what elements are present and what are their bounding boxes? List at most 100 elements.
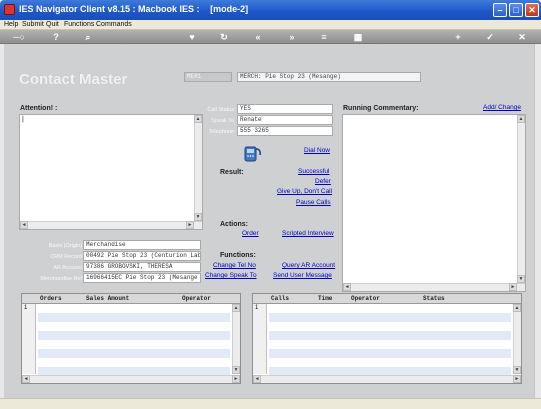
scroll-up-icon[interactable]: ▲	[517, 115, 525, 123]
orders-row-marker: 1	[22, 304, 36, 374]
status-col-header[interactable]: Status	[423, 295, 445, 302]
scroll-right-icon[interactable]: ►	[513, 375, 521, 383]
tree-icon[interactable]: ≡	[318, 31, 330, 43]
scroll-up-icon[interactable]: ▲	[232, 304, 240, 312]
table-row[interactable]	[38, 313, 230, 322]
menu-functions[interactable]: Functions	[64, 20, 94, 30]
telephone-icon[interactable]	[242, 143, 262, 163]
attention-caret: |	[22, 116, 24, 123]
scroll-down-icon[interactable]: ▼	[232, 366, 240, 374]
page-title: Contact Master	[19, 71, 128, 88]
attention-hscroll[interactable]: ◄ ►	[20, 221, 202, 229]
scroll-up-icon[interactable]: ▲	[513, 304, 521, 312]
result-defer-link[interactable]: Defer	[315, 178, 331, 185]
query-ar-account-link[interactable]: Query AR Account	[282, 262, 335, 269]
menu-submit[interactable]: Submit	[22, 20, 44, 30]
add-change-link[interactable]: Add/ Change	[483, 104, 521, 111]
telephone-field[interactable]: 555 3265	[237, 126, 333, 136]
minimize-button[interactable]: –	[493, 3, 507, 17]
scroll-right-icon[interactable]: ►	[232, 375, 240, 383]
change-speak-to-link[interactable]: Change Speak To	[205, 272, 257, 279]
time-col-header[interactable]: Time	[318, 295, 332, 302]
send-user-message-link[interactable]: Send User Message	[273, 272, 332, 279]
running-commentary-textarea[interactable]: ▲ ▼ ◄ ►	[342, 114, 526, 292]
title-bar: IES Navigator Client v8.15 : Macbook IES…	[0, 0, 541, 20]
order-link[interactable]: Order	[242, 230, 259, 237]
window-title-text: IES Navigator Client v8.15 : Macbook IES…	[19, 4, 200, 14]
speak-to-label: Speak To	[211, 118, 234, 124]
menu-bar: Help Submit Quit Functions Commands	[0, 20, 541, 30]
orders-grid-header: Orders Sales Amount Operator	[22, 294, 240, 304]
search-icon[interactable]: ⌕	[82, 31, 94, 43]
result-successful-link[interactable]: Successful	[298, 168, 329, 175]
main-form: Contact Master MER1 MERCH: Pie Stop 23 (…	[4, 44, 534, 398]
window-vscroll[interactable]	[534, 44, 541, 398]
dial-now-link[interactable]: Dial Now	[304, 147, 330, 154]
orders-vscroll[interactable]: ▲ ▼	[232, 304, 240, 374]
scroll-down-icon[interactable]: ▼	[194, 213, 202, 221]
scroll-right-icon[interactable]: ►	[186, 221, 194, 229]
refresh-icon[interactable]: ↻	[218, 31, 230, 43]
operator-col-header[interactable]: Operator	[182, 295, 211, 302]
scroll-down-icon[interactable]: ▼	[513, 366, 521, 374]
calls-row-marker: 1	[253, 304, 267, 374]
telephone-label: Telephone	[208, 129, 234, 135]
calls-grid[interactable]: Calls Time Operator Status 1 ▲ ▼ ◄ ►	[252, 293, 522, 384]
calls-hscroll[interactable]: ◄ ►	[253, 375, 521, 383]
rewind-icon[interactable]: «	[252, 31, 264, 43]
attention-textarea[interactable]: | ▲ ▼ ◄ ►	[19, 114, 203, 230]
scroll-right-icon[interactable]: ►	[509, 283, 517, 291]
scroll-down-icon[interactable]: ▼	[517, 275, 525, 283]
menu-quit[interactable]: Quit	[46, 20, 59, 30]
table-row[interactable]	[269, 349, 511, 358]
scripted-interview-link[interactable]: Scripted Interview	[282, 230, 334, 237]
calls-vscroll[interactable]: ▲ ▼	[513, 304, 521, 374]
speak-to-field[interactable]: Renate	[237, 115, 333, 125]
table-row[interactable]	[269, 313, 511, 322]
menu-commands[interactable]: Commands	[96, 20, 132, 30]
ar-account-field[interactable]: 97386 GROBOVSKI, THERESA	[83, 262, 201, 272]
call-status-field[interactable]: YES	[237, 104, 333, 114]
result-give-up-link[interactable]: Give Up, Don't Call	[277, 188, 332, 195]
menu-help[interactable]: Help	[4, 20, 18, 30]
forward-icon[interactable]: »	[286, 31, 298, 43]
commentary-hscroll[interactable]: ◄ ►	[343, 283, 525, 291]
scroll-left-icon[interactable]: ◄	[22, 375, 30, 383]
add-icon[interactable]: +	[452, 31, 464, 43]
grid-icon[interactable]: ▦	[352, 31, 364, 43]
scroll-left-icon[interactable]: ◄	[20, 221, 28, 229]
orders-col-header[interactable]: Orders	[40, 295, 62, 302]
help-icon[interactable]: ?	[50, 31, 62, 43]
table-row[interactable]	[38, 349, 230, 358]
crm-record-label: CRM Record	[50, 254, 82, 260]
scroll-left-icon[interactable]: ◄	[343, 283, 351, 291]
merchandise-ref-field[interactable]: 16966415EC Pie Stop 23 (Mesange	[83, 273, 201, 283]
commentary-vscroll[interactable]: ▲ ▼	[517, 115, 525, 291]
contact-name-field[interactable]: MERCH: Pie Stop 23 (Mesange)	[237, 72, 421, 82]
check-icon[interactable]: ✓	[484, 31, 496, 43]
close-button[interactable]: ✕	[525, 3, 539, 17]
calls-col-header[interactable]: Calls	[271, 295, 289, 302]
result-label: Result:	[220, 169, 244, 176]
crm-record-field[interactable]: 00492 Pie Stop 23 (Centurion Lab	[83, 251, 201, 261]
operator-col-header[interactable]: Operator	[351, 295, 380, 302]
app-icon	[4, 4, 15, 15]
maximize-button[interactable]: □	[509, 3, 523, 17]
sales-amount-col-header[interactable]: Sales Amount	[86, 295, 129, 302]
scroll-up-icon[interactable]: ▲	[194, 115, 202, 123]
contact-code-field[interactable]: MER1	[184, 72, 232, 82]
result-pause-calls-link[interactable]: Pause Calls	[296, 199, 331, 206]
orders-hscroll[interactable]: ◄ ►	[22, 375, 240, 383]
heart-icon[interactable]: ♥	[186, 31, 198, 43]
key-icon[interactable]: ─○	[8, 31, 30, 43]
orders-grid[interactable]: Orders Sales Amount Operator 1 ▲ ▼ ◄ ►	[21, 293, 241, 384]
merchandise-ref-label: Merchandise Ref	[40, 276, 82, 282]
change-tel-no-link[interactable]: Change Tel No	[213, 262, 256, 269]
scroll-left-icon[interactable]: ◄	[253, 375, 261, 383]
table-row[interactable]	[38, 331, 230, 340]
attention-vscroll[interactable]: ▲ ▼	[194, 115, 202, 229]
table-row[interactable]	[269, 331, 511, 340]
basis-field[interactable]: Merchandise	[83, 240, 201, 250]
cancel-icon[interactable]: ✕	[516, 31, 528, 43]
window-mode: [mode-2]	[210, 4, 249, 14]
